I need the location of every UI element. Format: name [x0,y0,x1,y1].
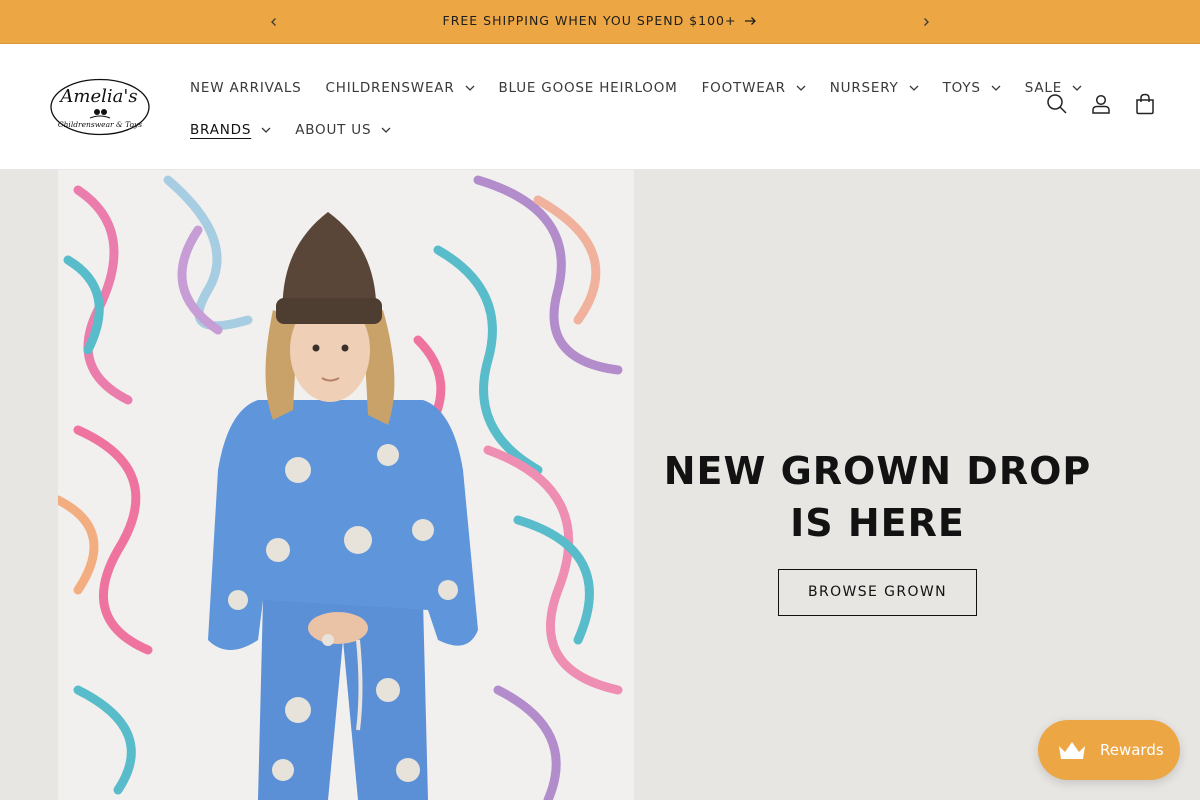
main-nav: NEW ARRIVALS CHILDRENSWEAR BLUE GOOSE HEIR… [178,67,1082,151]
nav-item-childrenswear[interactable]: CHILDRENSWEAR [314,67,487,109]
nav-item-new-arrivals[interactable]: NEW ARRIVALS [178,67,314,109]
chevron-down-icon [261,127,271,134]
nav-item-label: FOOTWEAR [701,80,786,96]
rewards-button[interactable]: Rewards [1038,720,1180,780]
nav-item-label: NURSERY [829,80,899,96]
nav-item-label: BLUE GOOSE HEIRLOOM [498,80,678,96]
announcement-link[interactable]: FREE SHIPPING WHEN YOU SPEND $100+ [443,13,758,28]
announcement-next-button[interactable] [916,12,936,32]
chevron-right-icon [924,18,929,26]
chevron-down-icon [909,85,919,92]
site-logo[interactable]: Amelia's Childrenswear & Toys [50,78,150,136]
logo-image: Amelia's Childrenswear & Toys [50,78,150,136]
nav-item-brands[interactable]: BRANDS [178,109,283,151]
nav-item-label: TOYS [942,80,981,96]
crown-icon [1059,742,1085,759]
chevron-down-icon [381,127,391,134]
announcement-bar: FREE SHIPPING WHEN YOU SPEND $100+ [0,0,1200,44]
search-icon [1047,94,1067,114]
header-icons [1042,89,1160,119]
nav-row-2: BRANDS ABOUT US [178,109,998,151]
nav-item-label: ABOUT US [295,122,372,138]
browse-grown-button[interactable]: BROWSE GROWN [777,569,978,616]
nav-item-label: CHILDRENSWEAR [325,80,455,96]
site-header: Amelia's Childrenswear & Toys NEW ARRIVA… [0,45,1200,170]
nav-item-label: NEW ARRIVALS [190,80,302,96]
rewards-label: Rewards [1100,741,1164,759]
nav-item-blue-goose-heirloom[interactable]: BLUE GOOSE HEIRLOOM [487,67,690,109]
svg-text:Childrenswear & Toys: Childrenswear & Toys [58,120,142,129]
hero-photo [58,170,634,800]
nav-item-about-us[interactable]: ABOUT US [283,109,403,151]
hero-banner: NEW GROWN DROP IS HERE BROWSE GROWN [0,170,1200,800]
chevron-down-icon [991,85,1001,92]
account-icon [1092,94,1110,114]
chevron-down-icon [465,85,475,92]
hero-content: NEW GROWN DROP IS HERE BROWSE GROWN [660,445,1095,616]
cart-button[interactable] [1130,89,1160,119]
account-button[interactable] [1086,89,1116,119]
svg-text:Amelia's: Amelia's [58,86,137,107]
chevron-down-icon [796,85,806,92]
hero-title: NEW GROWN DROP IS HERE [663,449,1092,545]
nav-item-label: BRANDS [190,122,252,138]
hero-image [58,170,634,800]
announcement-text: FREE SHIPPING WHEN YOU SPEND $100+ [442,13,737,28]
arrow-right-icon [745,16,757,25]
cart-icon [1136,93,1154,115]
nav-row-1: NEW ARRIVALS CHILDRENSWEAR BLUE GOOSE HEIR… [178,67,1082,109]
nav-item-toys[interactable]: TOYS [931,67,1013,109]
nav-item-nursery[interactable]: NURSERY [818,67,931,109]
search-button[interactable] [1042,89,1072,119]
nav-item-footwear[interactable]: FOOTWEAR [690,67,818,109]
